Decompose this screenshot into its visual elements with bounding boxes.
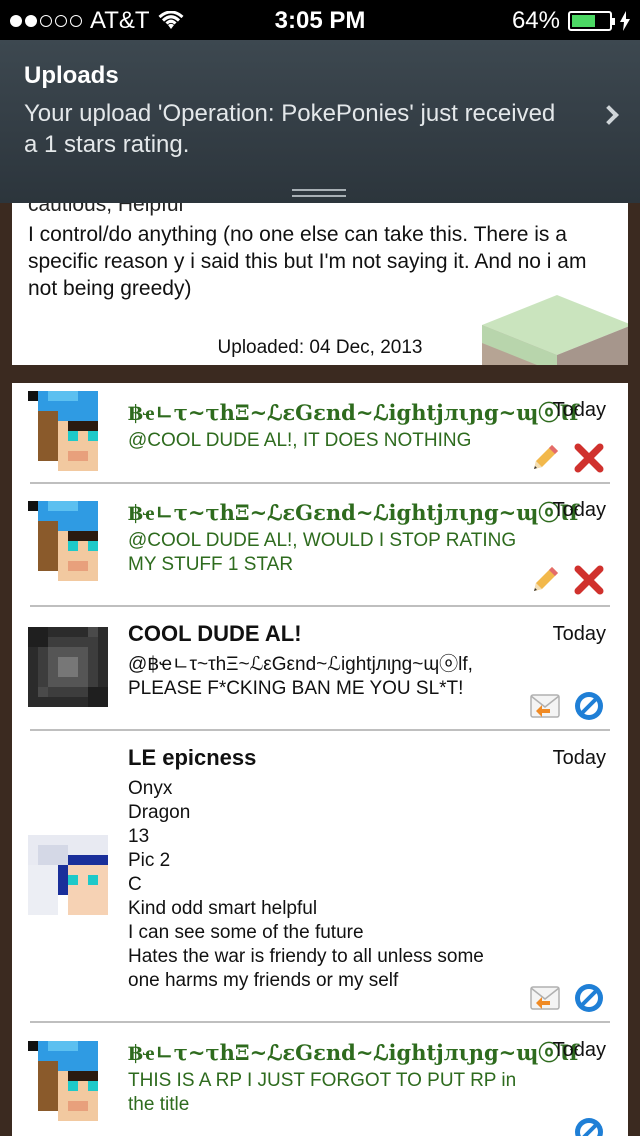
comment-author[interactable]: ฿ҽㄴτ~τhΞ~ℒεGεnd~ℒightϳлιɲg~ɰⓞƖf [128, 397, 578, 427]
comment-date: Today [552, 399, 606, 421]
comment-date: Today [552, 499, 606, 521]
comment-date: Today [552, 623, 606, 645]
comment-line: C [128, 874, 142, 895]
pull-handle[interactable] [292, 189, 346, 197]
comment-line: Kind odd smart helpful [128, 898, 318, 919]
pencil-icon[interactable] [528, 441, 562, 475]
avatar [28, 627, 108, 707]
comment-line: Dragon [128, 802, 191, 823]
avatar [28, 391, 108, 471]
comment-item: COOL DUDE AL! Today @฿ҽㄴτ~τhΞ~ℒεGεnd~ℒig… [12, 607, 628, 729]
description-body: I control/do anything (no one else can t… [28, 223, 587, 300]
notification-title: Uploads [24, 62, 119, 89]
comment-author[interactable]: ฿ҽㄴτ~τhΞ~ℒεGεnd~ℒightϳлιɲg~ɰⓞƖf [128, 1037, 578, 1067]
comment-text: @฿ҽㄴτ~τhΞ~ℒεGεnd~ℒightϳлιɲg~ɰⓞƖf, PLEASE… [128, 654, 473, 699]
battery-icon [568, 11, 615, 31]
reply-icon[interactable] [528, 689, 562, 723]
comment-date: Today [552, 1039, 606, 1061]
comment-text: @COOL DUDE AL!, IT DOES NOTHING [128, 430, 472, 451]
comment-item: ฿ҽㄴτ~τhΞ~ℒεGεnd~ℒightϳлιɲg~ɰⓞƖf Today @C… [12, 483, 628, 605]
avatar [28, 835, 108, 915]
block-icon[interactable] [572, 981, 606, 1015]
comment-date: Today [552, 747, 606, 769]
comment-item: ฿ҽㄴτ~τhΞ~ℒεGεnd~ℒightϳлιɲg~ɰⓞƖf Today TH… [12, 1023, 628, 1136]
comment-text: THIS IS A RP I JUST FORGOT TO PUT RP in … [128, 1070, 517, 1115]
comment-item: LE epicness Today Onyx Dragon 13 Pic 2 C… [12, 731, 628, 1021]
comment-line: I can see some of the future [128, 922, 364, 943]
upload-description-card: cautious, Helpful I control/do anything … [12, 203, 628, 365]
comment-line: Pic 2 [128, 850, 171, 871]
grass-block-icon [482, 295, 628, 365]
comment-text: @COOL DUDE AL!, WOULD I STOP RATING MY S… [128, 530, 517, 575]
comment-author[interactable]: COOL DUDE AL! [128, 621, 302, 647]
status-right: 64% [512, 7, 630, 35]
notification-banner[interactable]: Uploads Your upload 'Operation: PokePoni… [0, 40, 640, 203]
comment-item: ฿ҽㄴτ~τhΞ~ℒεGεnd~ℒightϳлιɲg~ɰⓞƖf Today @C… [12, 383, 628, 483]
delete-x-icon[interactable] [572, 441, 606, 475]
comment-line: 13 [128, 826, 150, 847]
comment-line: one harms my friends or my self [128, 970, 399, 991]
chevron-right-icon[interactable] [599, 105, 619, 125]
status-bar: AT&T 3:05 PM 64% [0, 0, 640, 40]
comment-line: Hates the war is friendy to all unless s… [128, 946, 484, 967]
charging-bolt-icon [620, 11, 630, 31]
delete-x-icon[interactable] [572, 563, 606, 597]
notification-message: Your upload 'Operation: PokePonies' just… [24, 100, 556, 158]
reply-icon[interactable] [528, 981, 562, 1015]
block-icon[interactable] [572, 1115, 606, 1136]
comment-line: Onyx [128, 778, 173, 799]
avatar [28, 1041, 108, 1121]
comment-author[interactable]: LE epicness [128, 745, 256, 771]
pencil-icon[interactable] [528, 563, 562, 597]
comment-text: Onyx Dragon 13 Pic 2 C Kind odd smart he… [128, 777, 548, 993]
description-partial-line: cautious, Helpful [28, 203, 184, 216]
battery-percent: 64% [511, 7, 560, 34]
avatar [28, 501, 108, 581]
comments-list: ฿ҽㄴτ~τhΞ~ℒεGεnd~ℒightϳлιɲg~ɰⓞƖf Today @C… [12, 383, 628, 1136]
comment-author[interactable]: ฿ҽㄴτ~τhΞ~ℒεGεnd~ℒightϳлιɲg~ɰⓞƖf [128, 497, 578, 527]
block-icon[interactable] [572, 689, 606, 723]
